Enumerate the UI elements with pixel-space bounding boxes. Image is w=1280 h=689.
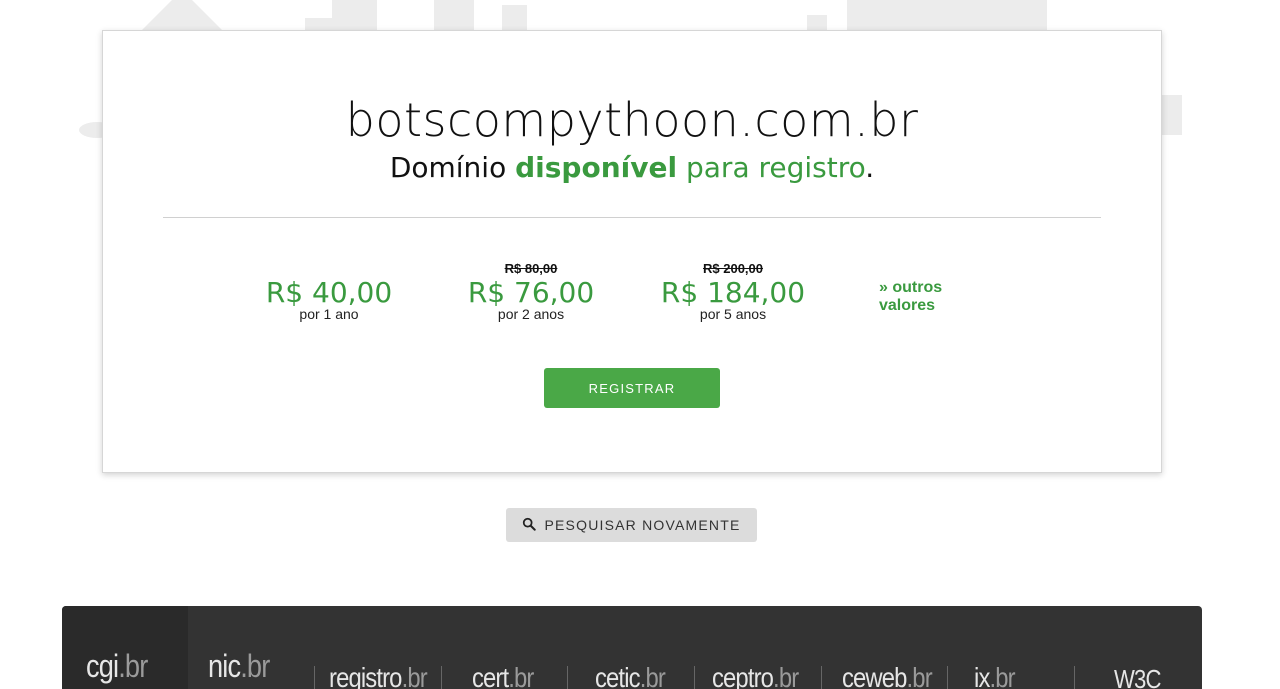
search-icon xyxy=(522,517,537,534)
footer: cgi.br nic.br registro.br cert.br cetic.… xyxy=(62,606,1202,689)
footer-separator xyxy=(947,666,948,689)
footer-separator xyxy=(441,666,442,689)
other-values-link[interactable]: » outros valores xyxy=(879,279,999,315)
status-prefix: Domínio xyxy=(389,151,507,184)
domain-result-card: botscompythoon.com.br Domínio disponível… xyxy=(102,30,1162,473)
logo-w3c[interactable]: W3C xyxy=(1114,664,1161,689)
price-option-5-years[interactable]: R$ 200,00 R$ 184,00 por 5 anos xyxy=(633,261,833,321)
search-again-label: PESQUISAR NOVAMENTE xyxy=(544,517,741,533)
logo-cgi[interactable]: cgi.br xyxy=(86,648,148,685)
search-again-button[interactable]: PESQUISAR NOVAMENTE xyxy=(506,508,757,542)
footer-separator xyxy=(314,666,315,689)
logo-registro[interactable]: registro.br xyxy=(329,662,428,689)
logo-cert[interactable]: cert.br xyxy=(472,662,534,689)
logo-nic[interactable]: nic.br xyxy=(208,648,270,685)
domain-name: botscompythoon.com.br xyxy=(345,93,919,147)
price-term: por 2 anos xyxy=(497,306,565,322)
divider xyxy=(163,217,1101,218)
footer-separator xyxy=(1074,666,1075,689)
status-suffix: para registro xyxy=(686,151,866,184)
price-old: R$ 200,00 xyxy=(703,261,763,276)
footer-separator xyxy=(694,666,695,689)
availability-status: Domínio disponível para registro. xyxy=(103,151,1161,184)
footer-separator xyxy=(567,666,568,689)
register-button[interactable]: REGISTRAR xyxy=(544,368,720,408)
price-option-2-years[interactable]: R$ 80,00 R$ 76,00 por 2 anos xyxy=(431,261,631,321)
logo-ceweb[interactable]: ceweb.br xyxy=(842,662,933,689)
footer-separator xyxy=(821,666,822,689)
price-value: R$ 76,00 xyxy=(467,276,595,309)
logo-ix[interactable]: ix.br xyxy=(974,662,1016,689)
price-term: por 5 anos xyxy=(699,306,767,322)
price-value: R$ 40,00 xyxy=(265,276,393,309)
logo-cetic[interactable]: cetic.br xyxy=(595,662,666,689)
price-term: por 1 ano xyxy=(299,306,359,322)
logo-ceptro[interactable]: ceptro.br xyxy=(712,662,799,689)
status-word: disponível xyxy=(515,151,678,184)
price-old xyxy=(229,261,429,277)
price-old: R$ 80,00 xyxy=(504,261,558,276)
status-period: . xyxy=(865,151,875,184)
price-option-1-year[interactable]: R$ 40,00 por 1 ano xyxy=(229,261,429,322)
price-value: R$ 184,00 xyxy=(660,276,806,309)
